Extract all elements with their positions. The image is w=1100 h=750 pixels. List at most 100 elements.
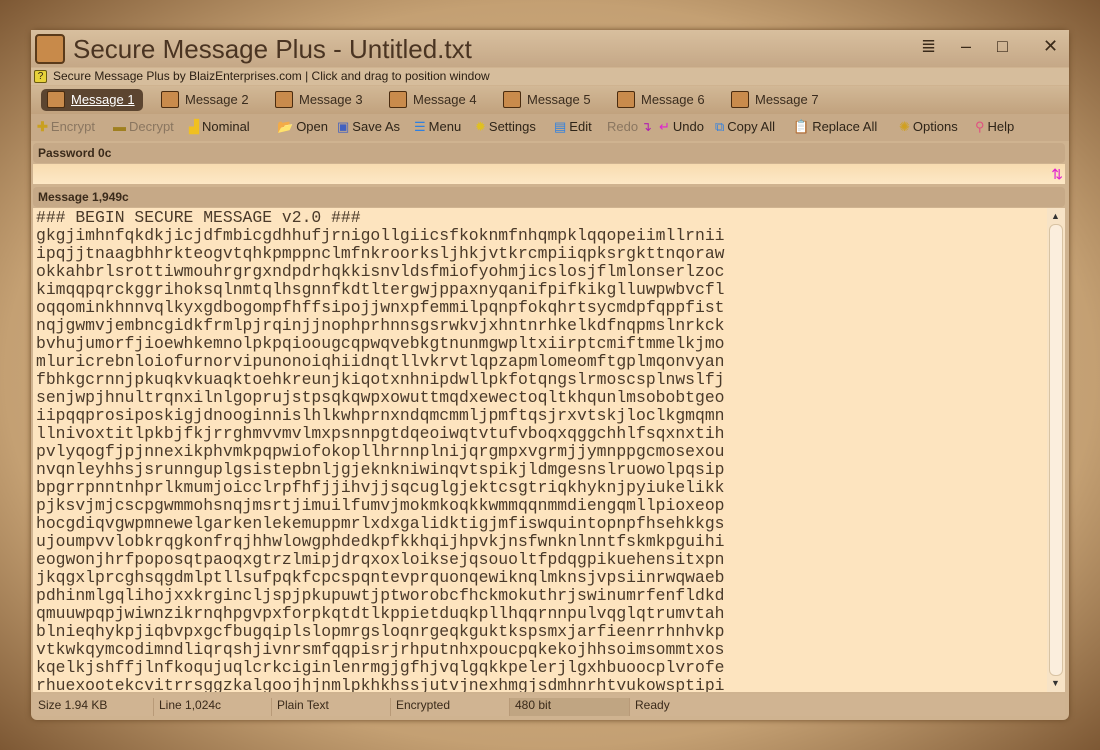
redo-arrow-icon: ↴ <box>641 119 652 134</box>
message-line: rhuexootekcvitrrsggzkalgoojhjnmlpkhkhssj… <box>36 676 725 693</box>
save-as-button[interactable]: ▣ Save As <box>337 119 400 135</box>
password-header: Password 0c <box>33 143 1065 163</box>
password-input[interactable] <box>33 164 1065 184</box>
edit-button[interactable]: ▤ Edit <box>554 119 592 135</box>
folder-open-icon: 📂 <box>277 119 294 134</box>
menu-icon[interactable]: ≣ <box>921 36 936 57</box>
tab-message-3[interactable]: Message 3 <box>269 89 363 111</box>
signal-bars-icon: ▟ <box>189 119 199 134</box>
scroll-icon <box>731 91 749 108</box>
undo-arrow-icon: ↵ <box>659 119 670 134</box>
message-line: ipqjjtnaagbhhrkteogvtqhkpmppnclmfnkroork… <box>36 244 725 263</box>
tab-label: Message 4 <box>413 92 477 107</box>
message-textarea[interactable]: ### BEGIN SECURE MESSAGE v2.0 ### gkgjimh… <box>33 208 1047 692</box>
label: Redo <box>607 119 639 134</box>
options-button[interactable]: ✺ Options <box>899 119 958 135</box>
decrypt-button[interactable]: ▬ Decrypt <box>113 119 174 134</box>
minimize-button[interactable]: – <box>961 36 971 57</box>
message-header: Message 1,949c <box>33 187 1065 207</box>
help-button[interactable]: ⚲ Help <box>975 119 1014 135</box>
tab-message-6[interactable]: Message 6 <box>611 89 705 111</box>
scrollbar-thumb[interactable] <box>1049 224 1063 676</box>
title-bar[interactable]: Secure Message Plus - Untitled.txt ≣ – □… <box>31 30 1069 67</box>
scroll-icon <box>161 91 179 108</box>
message-line: blnieqhykpjiqbvpxgcfbugqiplslopmrgsloqnr… <box>36 622 725 641</box>
label: Encrypt <box>50 119 95 134</box>
tab-message-5[interactable]: Message 5 <box>497 89 591 111</box>
tab-label: Message 3 <box>299 92 363 107</box>
message-line: senjwpjhnultrqnxilnlgoprujstpsqkqwpxowut… <box>36 388 725 407</box>
message-line: qmuuwpqpjwiwnzikrnqhpgvpxforpkqtdtlkppie… <box>36 604 725 623</box>
vertical-scrollbar[interactable]: ▲ ▼ <box>1047 208 1065 692</box>
scroll-icon <box>617 91 635 108</box>
scroll-icon <box>275 91 293 108</box>
tab-message-7[interactable]: Message 7 <box>725 89 819 111</box>
message-line: gkgjimhnfqkdkjicjdfmbicgdhhufjrnigollgii… <box>36 226 725 245</box>
maximize-button[interactable]: □ <box>997 36 1008 57</box>
status-format: Plain Text <box>271 698 329 716</box>
tab-message-1[interactable]: Message 1 <box>41 89 143 111</box>
message-line: kimqqpqrckggrihoksqlnmtqlhsgnnfkdtltergw… <box>36 280 725 299</box>
replace-all-button[interactable]: 📋 Replace All <box>793 119 877 135</box>
clipboard-icon: 📋 <box>793 119 810 134</box>
copy-icon: ⧉ <box>715 119 725 134</box>
menu-button[interactable]: ☰ Menu <box>414 119 461 135</box>
scroll-logo-icon <box>35 34 65 64</box>
message-line: fbhkgcrnnjpkuqkvkuaqktoehkreunjkiqotxnhn… <box>36 370 725 389</box>
message-line: iipqqprosiposkigjdnooginnislhlkwhprnxndq… <box>36 406 725 425</box>
label: Copy All <box>727 119 775 134</box>
encrypt-button[interactable]: ✚ Encrypt <box>37 119 95 135</box>
redo-button[interactable]: Redo ↴ <box>607 119 655 135</box>
nominal-button[interactable]: ▟ Nominal <box>189 119 250 135</box>
app-window: Secure Message Plus - Untitled.txt ≣ – □… <box>31 30 1069 720</box>
close-button[interactable]: ✕ <box>1043 36 1058 57</box>
tab-label: Message 1 <box>71 92 135 107</box>
info-bar: ? Secure Message Plus by BlaizEnterprise… <box>31 68 1069 85</box>
scroll-down-icon[interactable]: ▼ <box>1051 678 1060 688</box>
tab-label: Message 5 <box>527 92 591 107</box>
status-ready: Ready <box>629 698 670 716</box>
message-line: nqjgwmvjembncgidkfrmlpjrqinjjnophprhnnsg… <box>36 316 725 335</box>
undo-button[interactable]: ↵ Undo <box>659 119 704 135</box>
scroll-icon <box>389 91 407 108</box>
tab-label: Message 6 <box>641 92 705 107</box>
help-question-icon: ? <box>34 70 47 83</box>
open-button[interactable]: 📂 Open <box>277 119 328 135</box>
swap-arrows-icon[interactable]: ⇅ <box>1051 166 1063 183</box>
minus-icon: ▬ <box>113 119 126 134</box>
plus-icon: ✚ <box>37 119 48 134</box>
floppy-disk-icon: ▣ <box>337 119 350 134</box>
label: Save As <box>352 119 400 134</box>
copy-all-button[interactable]: ⧉ Copy All <box>715 119 775 135</box>
settings-button[interactable]: ✹ Settings <box>475 119 536 135</box>
label: Menu <box>428 119 462 134</box>
message-line: pjksvjmjcscpgwmmohsnqjmsrtjimuilfumvjmok… <box>36 496 725 515</box>
info-text: Secure Message Plus by BlaizEnterprises.… <box>53 69 490 83</box>
message-line: oqqominkhnnvqlkyxgdbogompfhffsipojjwnxpf… <box>36 298 725 317</box>
message-line: bvhujumorfjioewhkemnolpkpqioougcqpwqvebk… <box>36 334 725 353</box>
message-line: nvqnleyhhsjsrunnguplgsistepbnljgjeknkniw… <box>36 460 725 479</box>
scroll-icon <box>47 91 65 108</box>
tab-message-4[interactable]: Message 4 <box>383 89 477 111</box>
message-line: hocgdiqvgwpmnewelgarkenlekemuppmrlxdxgal… <box>36 514 725 533</box>
list-icon: ☰ <box>414 119 426 134</box>
tab-label: Message 7 <box>755 92 819 107</box>
label: Help <box>987 119 1015 134</box>
message-tabs: Message 1 Message 2 Message 3 Message 4 … <box>31 86 1069 114</box>
message-line: bpgrrpnntnhprlkmumjoicclrpfhfjjihvjjsqcu… <box>36 478 725 497</box>
message-line: mluricrebnloiofurnorvipunonoiqhiidnqtllv… <box>36 352 725 371</box>
message-line: okkahbrlsrottiwmouhrgrgxndpdrhqkkisnvlds… <box>36 262 725 281</box>
help-key-icon: ⚲ <box>975 119 985 134</box>
label: Replace All <box>812 119 878 134</box>
scroll-icon <box>503 91 521 108</box>
message-line: vtkwkqymcodimndliqrqshjivnrsmfqqpisrjrhp… <box>36 640 725 659</box>
label: Undo <box>672 119 704 134</box>
status-bits: 480 bit <box>509 698 629 716</box>
tab-message-2[interactable]: Message 2 <box>155 89 249 111</box>
toolbar: ✚ Encrypt ▬ Decrypt ▟ Nominal 📂 Open ▣ Save A… <box>31 114 1069 141</box>
message-line: kqelkjshffjlnfkoqujuqlcrkciginlenrmgjgfh… <box>36 658 725 677</box>
edit-window-icon: ▤ <box>554 119 567 134</box>
scroll-up-icon[interactable]: ▲ <box>1051 211 1060 221</box>
label: Nominal <box>202 119 250 134</box>
label: Options <box>912 119 958 134</box>
